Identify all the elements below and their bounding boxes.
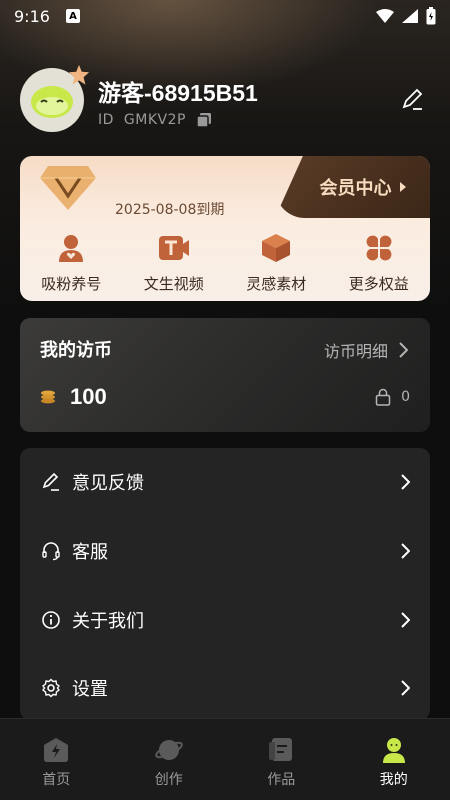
gear-icon (40, 677, 62, 699)
profile-icon (379, 735, 409, 765)
chevron-right-icon (401, 474, 410, 490)
coin-detail-link[interactable]: 访币明细 (324, 338, 408, 362)
user-id-row: ID GMKV2P (98, 112, 212, 128)
locked-coin-amount: 0 (401, 389, 410, 405)
menu-item-settings[interactable]: 设置 (20, 658, 430, 718)
user-heart-icon (54, 231, 88, 265)
coin-card: 我的访币 访币明细 100 0 (20, 318, 430, 432)
menu-item-label: 关于我们 (72, 611, 144, 632)
chevron-right-icon (401, 680, 410, 696)
tab-home[interactable]: 首页 (0, 719, 113, 800)
tab-label: 创作 (154, 772, 183, 788)
caret-right-icon (399, 182, 406, 192)
perk-fan-growth[interactable]: 吸粉养号 (20, 231, 123, 294)
vip-center-label: 会员中心 (319, 178, 392, 199)
coin-amount: 100 (70, 384, 107, 409)
perk-label: 吸粉养号 (41, 275, 102, 293)
clover-icon (362, 231, 396, 265)
perk-inspiration[interactable]: 灵感素材 (225, 231, 328, 294)
headset-icon (40, 540, 62, 562)
menu-item-feedback[interactable]: 意见反馈 (20, 452, 430, 512)
bottom-tab-bar: 首页 创作 作品 我的 (0, 718, 450, 800)
chevron-right-icon (399, 342, 408, 358)
info-icon (40, 609, 62, 631)
box-icon (259, 231, 293, 265)
vip-expiry-date: 2025-08-08到期 (115, 202, 225, 218)
locked-coins: 0 (375, 388, 410, 406)
menu-item-about[interactable]: 关于我们 (20, 590, 430, 650)
works-icon (266, 735, 296, 765)
text-video-icon (157, 231, 191, 265)
menu-item-customer-service[interactable]: 客服 (20, 521, 430, 581)
perk-label: 文生视频 (143, 275, 204, 293)
tab-label: 首页 (42, 772, 71, 788)
notification-a-icon: A (65, 9, 80, 23)
coin-detail-label: 访币明细 (323, 342, 388, 361)
avatar-face-icon (31, 86, 73, 118)
perk-label: 更多权益 (348, 275, 409, 293)
settings-menu: 意见反馈 客服 关于我们 设置 (20, 448, 430, 720)
tab-label: 我的 (379, 772, 408, 788)
planet-icon (154, 735, 184, 765)
battery-icon (426, 7, 436, 25)
coin-title: 我的访币 (40, 340, 112, 361)
edit-profile-button[interactable] (398, 86, 426, 114)
vip-diamond-icon (40, 166, 96, 210)
home-icon (41, 735, 71, 765)
user-id-value: GMKV2P (123, 112, 186, 128)
lock-icon (375, 388, 391, 406)
vip-card: 2025-08-08到期 会员中心 吸粉养号 文生视频 灵感素材 更多权益 (20, 156, 430, 301)
menu-item-label: 意见反馈 (72, 473, 144, 494)
username: 游客-68915B51 (98, 80, 258, 106)
tab-create[interactable]: 创作 (113, 719, 226, 800)
perk-label: 灵感素材 (246, 275, 307, 293)
status-time: 9:16 (14, 6, 50, 26)
menu-item-label: 客服 (72, 542, 108, 563)
perk-more[interactable]: 更多权益 (328, 231, 431, 294)
menu-item-label: 设置 (72, 679, 108, 700)
chevron-right-icon (401, 543, 410, 559)
status-bar: 9:16 A (0, 0, 450, 32)
tab-works[interactable]: 作品 (225, 719, 338, 800)
vip-perks: 吸粉养号 文生视频 灵感素材 更多权益 (20, 231, 430, 294)
profile-header: 游客-68915B51 ID GMKV2P (20, 64, 430, 132)
perk-text-video[interactable]: 文生视频 (123, 231, 226, 294)
tab-label: 作品 (267, 772, 296, 788)
vip-center-button[interactable]: 会员中心 (275, 156, 430, 218)
feedback-pen-icon (40, 471, 62, 493)
wifi-icon (376, 9, 394, 23)
chevron-right-icon (401, 612, 410, 628)
vip-star-icon (68, 64, 90, 85)
coin-balance: 100 (40, 384, 107, 410)
tab-mine[interactable]: 我的 (338, 719, 450, 800)
user-id-label: ID (98, 112, 114, 128)
signal-icon (402, 9, 418, 23)
copy-icon[interactable] (196, 112, 212, 128)
coin-stack-icon (41, 390, 55, 404)
